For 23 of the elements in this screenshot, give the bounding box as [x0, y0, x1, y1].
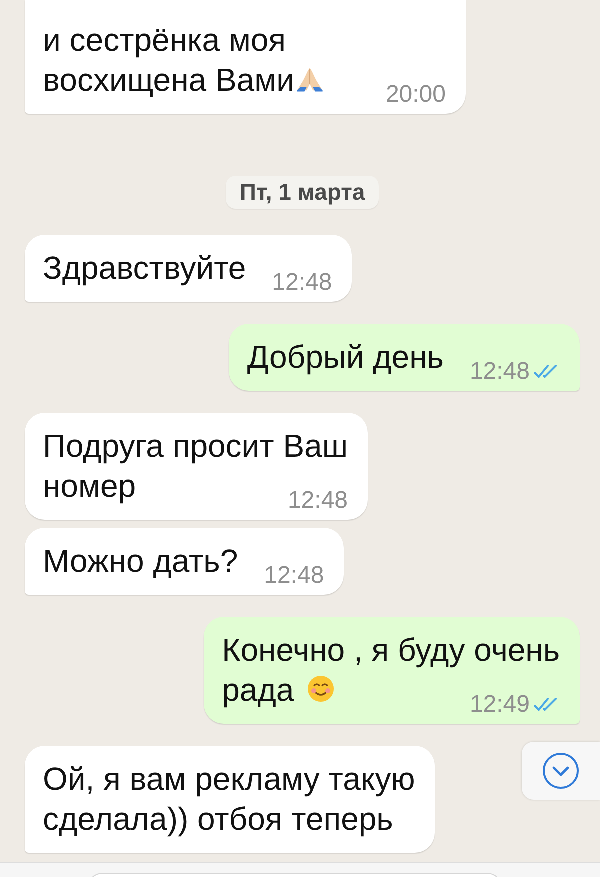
chevron-down-icon [541, 751, 581, 791]
message-time: 12:48 [288, 486, 348, 516]
message-text: Подруга просит Ваш [43, 427, 348, 466]
double-check-icon [534, 697, 560, 713]
message-time: 12:48 [264, 561, 324, 591]
message-text: Можно дать? [43, 542, 238, 581]
message-text: сделала)) отбоя теперь [43, 800, 394, 839]
message-text: Ой, я вам рекламу такую [43, 760, 416, 799]
message-text: Добрый день [247, 338, 444, 377]
message-time: 20:00 [386, 80, 446, 110]
scroll-down-button[interactable] [522, 742, 600, 800]
smiling-face-icon [306, 674, 336, 704]
message-time: 12:48 [470, 357, 530, 387]
message-text: Конечно , я буду очень [222, 631, 560, 670]
date-chip: Пт, 1 марта [226, 176, 380, 209]
message-text: номер [43, 467, 136, 506]
message-text: восхищена Вами [43, 61, 294, 100]
message-text: и сестрёнка моя [43, 21, 286, 60]
message-text: рада [222, 671, 294, 710]
message-text: Здравствуйте [43, 249, 246, 288]
message-time: 12:48 [272, 268, 332, 298]
double-check-icon [534, 364, 560, 380]
message-time: 12:49 [470, 690, 530, 720]
